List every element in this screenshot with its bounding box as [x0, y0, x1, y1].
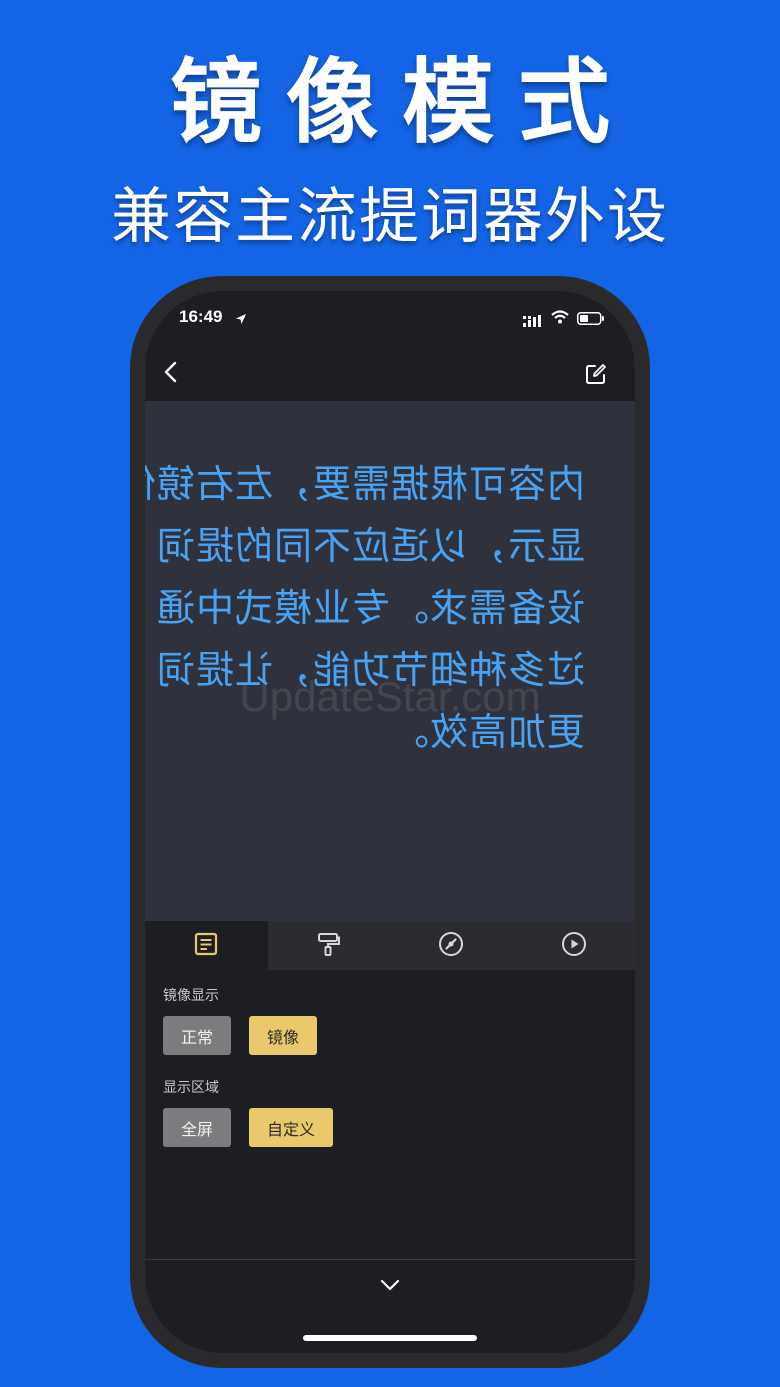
mirror-display-options: 正常 镜像: [163, 1016, 623, 1055]
script-line: 设备需求。专业模式中通: [155, 586, 585, 630]
script-line: 显示，以适应不同的提词: [155, 524, 585, 568]
paint-roller-icon: [316, 931, 342, 961]
script-line: 过多种细节功能，让提词: [155, 648, 585, 692]
phone-frame: 16:49 UpdateStar.com 内容可根据需要，左右镜像 显示，以适应…: [130, 276, 650, 1368]
battery-icon: [577, 310, 605, 329]
mirror-display-label: 镜像显示: [163, 988, 219, 1004]
text-doc-icon: [193, 931, 219, 961]
script-line: 更加高效。: [389, 710, 585, 754]
script-line: 内容可根据需要，左右镜像: [145, 462, 585, 506]
cellular-signal-icon: [523, 312, 543, 331]
edit-icon[interactable]: [585, 363, 607, 389]
promo-subtitle: 兼容主流提词器外设: [111, 182, 669, 252]
play-circle-icon: [561, 931, 587, 961]
custom-area-button[interactable]: 自定义: [249, 1108, 334, 1147]
settings-tab-bar: [145, 921, 635, 970]
home-indicator: [303, 1335, 477, 1341]
phone-screen: 16:49 UpdateStar.com 内容可根据需要，左右镜像 显示，以适应…: [145, 291, 635, 1353]
display-area-label: 显示区域: [163, 1080, 219, 1096]
display-area-options: 全屏 自定义: [163, 1108, 623, 1147]
location-arrow-icon: [235, 310, 247, 329]
normal-button[interactable]: 正常: [163, 1016, 232, 1055]
status-bar: 16:49: [145, 291, 635, 346]
back-chevron-icon[interactable]: [161, 360, 181, 388]
teleprompter-preview: UpdateStar.com 内容可根据需要，左右镜像 显示，以适应不同的提词 …: [145, 401, 635, 921]
fullscreen-button[interactable]: 全屏: [163, 1108, 232, 1147]
tab-speed-settings[interactable]: [390, 921, 513, 970]
tab-play-settings[interactable]: [513, 921, 636, 970]
tab-style-settings[interactable]: [268, 921, 391, 970]
tab-text-settings[interactable]: [145, 921, 268, 970]
settings-panel: 镜像显示 正常 镜像 显示区域 全屏 自定义: [163, 985, 623, 1169]
speed-dial-icon: [438, 931, 464, 961]
divider: [145, 1259, 635, 1260]
nav-bar: [145, 346, 635, 401]
mirrored-script-text: 内容可根据需要，左右镜像 显示，以适应不同的提词 设备需求。专业模式中通 过多种…: [145, 453, 585, 763]
chevron-down-icon[interactable]: [380, 1277, 400, 1296]
mirror-button[interactable]: 镜像: [249, 1016, 318, 1055]
status-time: 16:49: [179, 307, 223, 326]
wifi-icon: [551, 309, 569, 328]
promo-title: 镜像模式: [169, 49, 634, 156]
